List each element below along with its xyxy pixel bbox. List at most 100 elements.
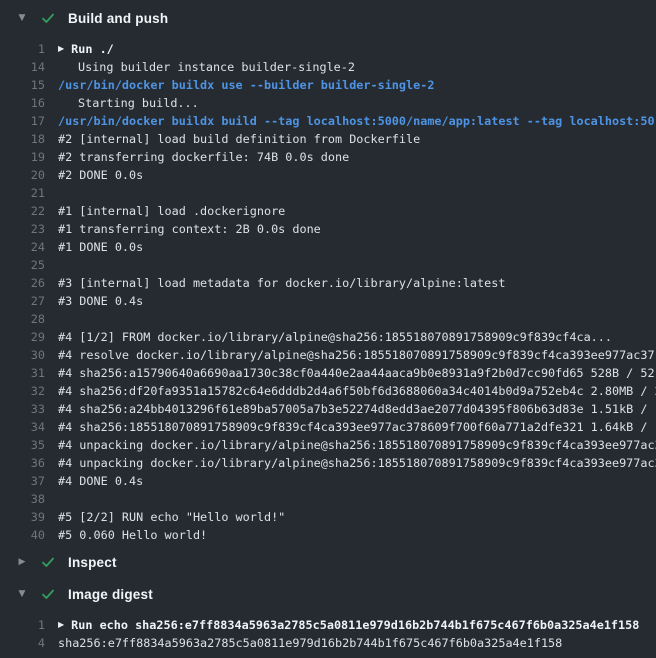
success-check-icon <box>40 10 56 26</box>
line-number[interactable]: 34 <box>0 420 45 434</box>
log-lines: 1 ▶Run echo sha256:e7ff8834a5963a2785c5a… <box>0 616 656 652</box>
line-text-content: #1 DONE 0.0s <box>58 240 143 254</box>
chevron-toggle-icon[interactable]: ▼ <box>16 14 28 23</box>
line-text: #1 [internal] load .dockerignore <box>58 204 285 218</box>
line-text-content: /usr/bin/docker buildx build --tag local… <box>58 114 655 128</box>
log-line: 14 Using builder instance builder-single… <box>0 58 656 76</box>
line-text-content: #3 [internal] load metadata for docker.i… <box>58 276 505 290</box>
line-text-content: sha256:e7ff8834a5963a2785c5a0811e979d16b… <box>58 636 562 650</box>
line-number[interactable]: 36 <box>0 456 45 470</box>
chevron-toggle-icon[interactable]: ▼ <box>16 590 28 599</box>
line-text-content: #3 DONE 0.4s <box>58 294 143 308</box>
log-line: 38 <box>0 490 656 508</box>
log-line: 31 #4 sha256:a15790640a6690aa1730c38cf0a… <box>0 364 656 382</box>
line-text-content: #1 [internal] load .dockerignore <box>58 204 285 218</box>
section-header[interactable]: ▼ Image digest <box>0 580 656 608</box>
log-line: 24 #1 DONE 0.0s <box>0 238 656 256</box>
run-expand-icon[interactable]: ▶ <box>58 45 64 53</box>
line-number[interactable]: 38 <box>0 492 45 506</box>
line-number[interactable]: 28 <box>0 312 45 326</box>
line-text: #2 [internal] load build definition from… <box>58 132 420 146</box>
line-number[interactable]: 1 <box>0 618 45 632</box>
section-header[interactable]: ▼ Build and push <box>0 4 656 32</box>
line-text-content: #2 DONE 0.0s <box>58 168 143 182</box>
line-number[interactable]: 26 <box>0 276 45 290</box>
line-text: sha256:e7ff8834a5963a2785c5a0811e979d16b… <box>58 636 562 650</box>
line-text-content: #4 DONE 0.4s <box>58 474 143 488</box>
line-number[interactable]: 14 <box>0 60 45 74</box>
line-number[interactable]: 1 <box>0 42 45 56</box>
line-text: /usr/bin/docker buildx build --tag local… <box>58 114 655 128</box>
line-text: ▶Run ./ <box>58 42 114 56</box>
line-text-content: Starting build... <box>78 96 199 110</box>
line-number[interactable]: 39 <box>0 510 45 524</box>
log-line: 23 #1 transferring context: 2B 0.0s done <box>0 220 656 238</box>
line-number[interactable]: 35 <box>0 438 45 452</box>
line-number[interactable]: 30 <box>0 348 45 362</box>
log-line: 15 /usr/bin/docker buildx use --builder … <box>0 76 656 94</box>
line-text: #5 0.060 Hello world! <box>58 528 207 542</box>
section-header[interactable]: ▶ Inspect <box>0 548 656 576</box>
line-text-content: #5 [2/2] RUN echo "Hello world!" <box>58 510 285 524</box>
line-text: Starting build... <box>58 96 199 110</box>
line-text: #3 DONE 0.4s <box>58 294 143 308</box>
line-number[interactable]: 17 <box>0 114 45 128</box>
line-text-content: #4 unpacking docker.io/library/alpine@sh… <box>58 456 656 470</box>
line-number[interactable]: 22 <box>0 204 45 218</box>
line-number[interactable]: 32 <box>0 384 45 398</box>
line-text-content: #4 sha256:a24bb4013296f61e89ba57005a7b3e… <box>58 402 656 416</box>
line-number[interactable]: 40 <box>0 528 45 542</box>
log-line: 28 <box>0 310 656 328</box>
line-number[interactable]: 37 <box>0 474 45 488</box>
log-line: 1 ▶Run ./ <box>0 40 656 58</box>
log-line: 32 #4 sha256:df20fa9351a15782c64e6dddb2d… <box>0 382 656 400</box>
success-check-icon <box>40 586 56 602</box>
line-text-content: #5 0.060 Hello world! <box>58 528 207 542</box>
line-text: #3 [internal] load metadata for docker.i… <box>58 276 505 290</box>
log-line: 39 #5 [2/2] RUN echo "Hello world!" <box>0 508 656 526</box>
log-line: 36 #4 unpacking docker.io/library/alpine… <box>0 454 656 472</box>
line-number[interactable]: 18 <box>0 132 45 146</box>
line-number[interactable]: 33 <box>0 402 45 416</box>
line-number[interactable]: 15 <box>0 78 45 92</box>
line-text-content: /usr/bin/docker buildx use --builder bui… <box>58 78 434 92</box>
line-text: #4 sha256:185518070891758909c9f839cf4ca3… <box>58 420 656 434</box>
line-number[interactable]: 19 <box>0 150 45 164</box>
line-text: #4 unpacking docker.io/library/alpine@sh… <box>58 438 656 452</box>
line-number[interactable]: 27 <box>0 294 45 308</box>
log-line: 19 #2 transferring dockerfile: 74B 0.0s … <box>0 148 656 166</box>
run-expand-icon[interactable]: ▶ <box>58 621 64 629</box>
line-text-content: #2 [internal] load build definition from… <box>58 132 420 146</box>
line-number[interactable]: 23 <box>0 222 45 236</box>
log-line: 33 #4 sha256:a24bb4013296f61e89ba57005a7… <box>0 400 656 418</box>
log-line: 17 /usr/bin/docker buildx build --tag lo… <box>0 112 656 130</box>
line-text-content: #4 unpacking docker.io/library/alpine@sh… <box>58 438 656 452</box>
line-text: #5 [2/2] RUN echo "Hello world!" <box>58 510 285 524</box>
pushpin-icon <box>58 60 72 74</box>
line-number[interactable]: 21 <box>0 186 45 200</box>
log-line: 18 #2 [internal] load build definition f… <box>0 130 656 148</box>
log-line: 37 #4 DONE 0.4s <box>0 472 656 490</box>
section-title: Build and push <box>68 11 168 26</box>
line-number[interactable]: 31 <box>0 366 45 380</box>
line-text: #4 [1/2] FROM docker.io/library/alpine@s… <box>58 330 612 344</box>
log-line: 30 #4 resolve docker.io/library/alpine@s… <box>0 346 656 364</box>
line-text: #1 transferring context: 2B 0.0s done <box>58 222 321 236</box>
section-title: Inspect <box>68 555 117 570</box>
chevron-toggle-icon[interactable]: ▶ <box>16 558 28 567</box>
log-line: 25 <box>0 256 656 274</box>
line-text-content: #4 sha256:185518070891758909c9f839cf4ca3… <box>58 420 656 434</box>
line-number[interactable]: 4 <box>0 636 45 650</box>
line-number[interactable]: 24 <box>0 240 45 254</box>
line-number[interactable]: 29 <box>0 330 45 344</box>
line-number[interactable]: 20 <box>0 168 45 182</box>
line-text: Using builder instance builder-single-2 <box>58 60 355 74</box>
log-line: 35 #4 unpacking docker.io/library/alpine… <box>0 436 656 454</box>
line-number[interactable]: 16 <box>0 96 45 110</box>
line-number[interactable]: 25 <box>0 258 45 272</box>
log-line: 27 #3 DONE 0.4s <box>0 292 656 310</box>
runner-icon <box>58 96 72 110</box>
log-line: 4 sha256:e7ff8834a5963a2785c5a0811e979d1… <box>0 634 656 652</box>
line-text: #4 sha256:a24bb4013296f61e89ba57005a7b3e… <box>58 402 656 416</box>
line-text-content: #1 transferring context: 2B 0.0s done <box>58 222 321 236</box>
